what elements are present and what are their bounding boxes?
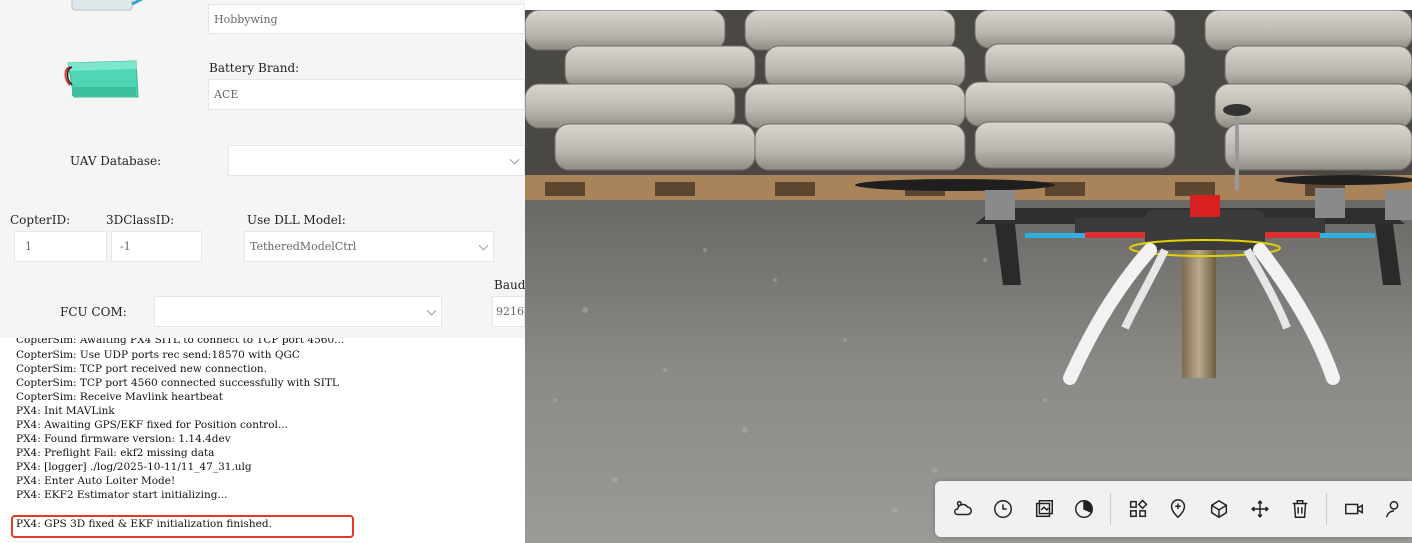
battery-image-icon xyxy=(64,60,139,98)
add-point-icon xyxy=(1171,499,1186,519)
person-button[interactable] xyxy=(1376,491,1412,527)
log-line: PX4: Init MAVLink xyxy=(16,405,115,417)
toolbar-divider xyxy=(1325,493,1327,525)
class-id-label: 3DClassID: xyxy=(106,213,175,227)
log-line: PX4: Enter Auto Loiter Mode! xyxy=(16,475,176,487)
viewport-toolbar xyxy=(935,481,1412,537)
log-line: CopterSim: Use UDP ports rec send:18570 … xyxy=(16,349,300,361)
battery-brand-label: Battery Brand: xyxy=(209,61,300,75)
copter-id-field[interactable]: 1 xyxy=(14,231,107,262)
chevron-down-icon xyxy=(426,305,437,316)
copter-id-label: CopterID: xyxy=(10,213,71,227)
object-button[interactable] xyxy=(1201,491,1237,527)
dll-model-label: Use DLL Model: xyxy=(247,213,346,227)
log-line: CopterSim: TCP port 4560 connected succe… xyxy=(16,377,339,389)
dll-model-select[interactable]: TetheredModelCtrl xyxy=(244,231,494,262)
move-button[interactable] xyxy=(1242,491,1278,527)
speed-button[interactable] xyxy=(1067,491,1103,527)
esc-brand-value: Hobbywing xyxy=(214,12,278,26)
add-point-button[interactable] xyxy=(1161,491,1197,527)
time-button[interactable] xyxy=(986,491,1022,527)
fcu-com-label: FCU COM: xyxy=(60,305,127,319)
person-icon xyxy=(1386,500,1399,518)
baud-value: 92160 xyxy=(496,305,524,318)
move-icon xyxy=(1250,500,1269,518)
log-line: PX4: Awaiting GPS/EKF fixed for Position… xyxy=(16,419,288,431)
baud-label: Baudr xyxy=(494,278,525,292)
weather-button[interactable] xyxy=(945,491,981,527)
class-id-value: -1 xyxy=(120,240,131,253)
console-log[interactable]: CopterSim: Awaiting PX4 SITL to connect … xyxy=(0,338,525,543)
copter-id-value: 1 xyxy=(25,240,32,253)
battery-brand-field[interactable]: ACE xyxy=(208,79,525,110)
uav-database-label: UAV Database: xyxy=(70,154,162,168)
dll-model-value: TetheredModelCtrl xyxy=(250,240,357,253)
fcu-com-select[interactable] xyxy=(154,296,442,327)
baud-field[interactable]: 92160 xyxy=(492,296,525,327)
esc-brand-field[interactable]: Hobbywing xyxy=(208,4,525,34)
log-line: CopterSim: TCP port received new connect… xyxy=(16,363,267,375)
battery-brand-value: ACE xyxy=(214,88,239,101)
uav-database-select[interactable] xyxy=(228,145,525,176)
class-id-field[interactable]: -1 xyxy=(111,231,202,262)
log-line: PX4: [logger] ./log/2025-10-11/11_47_31.… xyxy=(16,461,252,473)
highlight-annotation xyxy=(11,515,354,538)
clock-icon xyxy=(994,500,1013,518)
layout-button[interactable] xyxy=(1120,491,1156,527)
screenshot-button[interactable] xyxy=(1026,491,1062,527)
layout-icon xyxy=(1129,499,1148,518)
camera-button[interactable] xyxy=(1336,491,1372,527)
object-icon xyxy=(1210,499,1228,519)
log-line: PX4: Preflight Fail: ekf2 missing data xyxy=(16,447,215,459)
delete-button[interactable] xyxy=(1282,491,1318,527)
log-line: CopterSim: Receive Mavlink heartbeat xyxy=(16,391,223,403)
screenshot-icon xyxy=(1035,500,1053,518)
log-line: CopterSim: Awaiting PX4 SITL to connect … xyxy=(16,338,345,346)
sim-3d-viewport[interactable] xyxy=(525,10,1412,543)
speed-icon xyxy=(1075,500,1094,518)
toolbar-divider xyxy=(1110,493,1112,525)
warehouse-scene-image xyxy=(525,10,1412,543)
esc-image-icon xyxy=(71,0,144,11)
log-line: PX4: Found firmware version: 1.14.4dev xyxy=(16,433,231,445)
chevron-down-icon xyxy=(478,240,489,251)
chevron-down-icon xyxy=(509,154,520,165)
log-line: PX4: EKF2 Estimator start initializing..… xyxy=(16,489,228,501)
weather-icon xyxy=(953,500,972,516)
delete-icon xyxy=(1292,500,1308,518)
camera-icon xyxy=(1344,503,1363,515)
